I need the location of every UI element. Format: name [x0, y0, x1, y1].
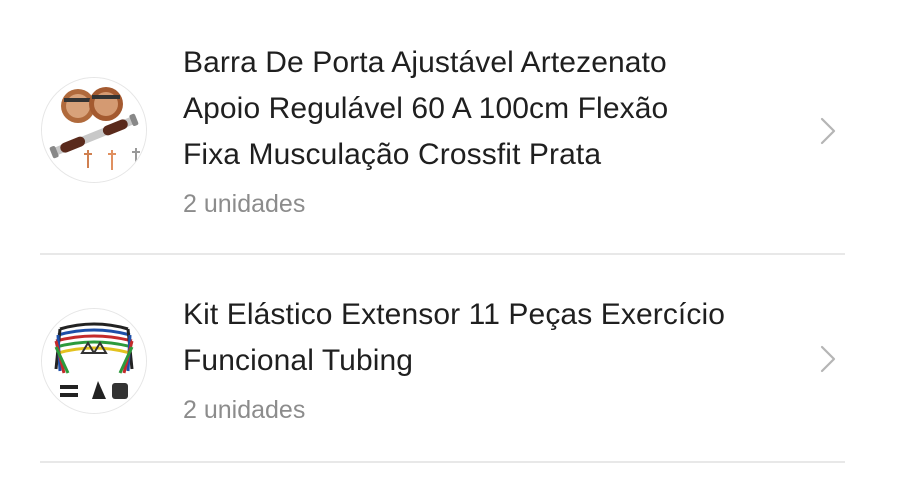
- product-title-line: Funcional Tubing: [183, 344, 414, 377]
- purchase-item-row[interactable]: Barra De Porta Ajustável Artezenato Apoi…: [0, 0, 897, 255]
- quantity-label: 2 unidades: [183, 190, 306, 218]
- purchase-items-list: Barra De Porta Ajustável Artezenato Apoi…: [0, 0, 897, 463]
- item-details: Barra De Porta Ajustável Artezenato Apoi…: [183, 40, 783, 219]
- product-title-line: Barra De Porta Ajustável Artezenato: [183, 46, 667, 79]
- product-thumbnail: [41, 77, 147, 183]
- door-pull-up-bar-photo: [42, 78, 146, 182]
- product-title-line: Fixa Musculação Crossfit Prata: [183, 138, 602, 171]
- purchase-item-row[interactable]: Kit Elástico Extensor 11 Peças Exercício…: [0, 255, 897, 463]
- chevron-right-icon[interactable]: [816, 115, 840, 147]
- product-title: Barra De Porta Ajustável Artezenato Apoi…: [183, 40, 783, 178]
- quantity-label: 2 unidades: [183, 396, 306, 424]
- product-title: Kit Elástico Extensor 11 Peças Exercício…: [183, 292, 783, 384]
- product-thumbnail: [41, 308, 147, 414]
- item-details: Kit Elástico Extensor 11 Peças Exercício…: [183, 292, 783, 425]
- chevron-right-icon[interactable]: [816, 343, 840, 375]
- product-title-line: Kit Elástico Extensor 11 Peças Exercício: [183, 298, 726, 331]
- product-title-line: Apoio Regulável 60 A 100cm Flexão: [183, 92, 669, 125]
- resistance-bands-kit-photo: [42, 309, 146, 413]
- row-divider: [40, 461, 845, 463]
